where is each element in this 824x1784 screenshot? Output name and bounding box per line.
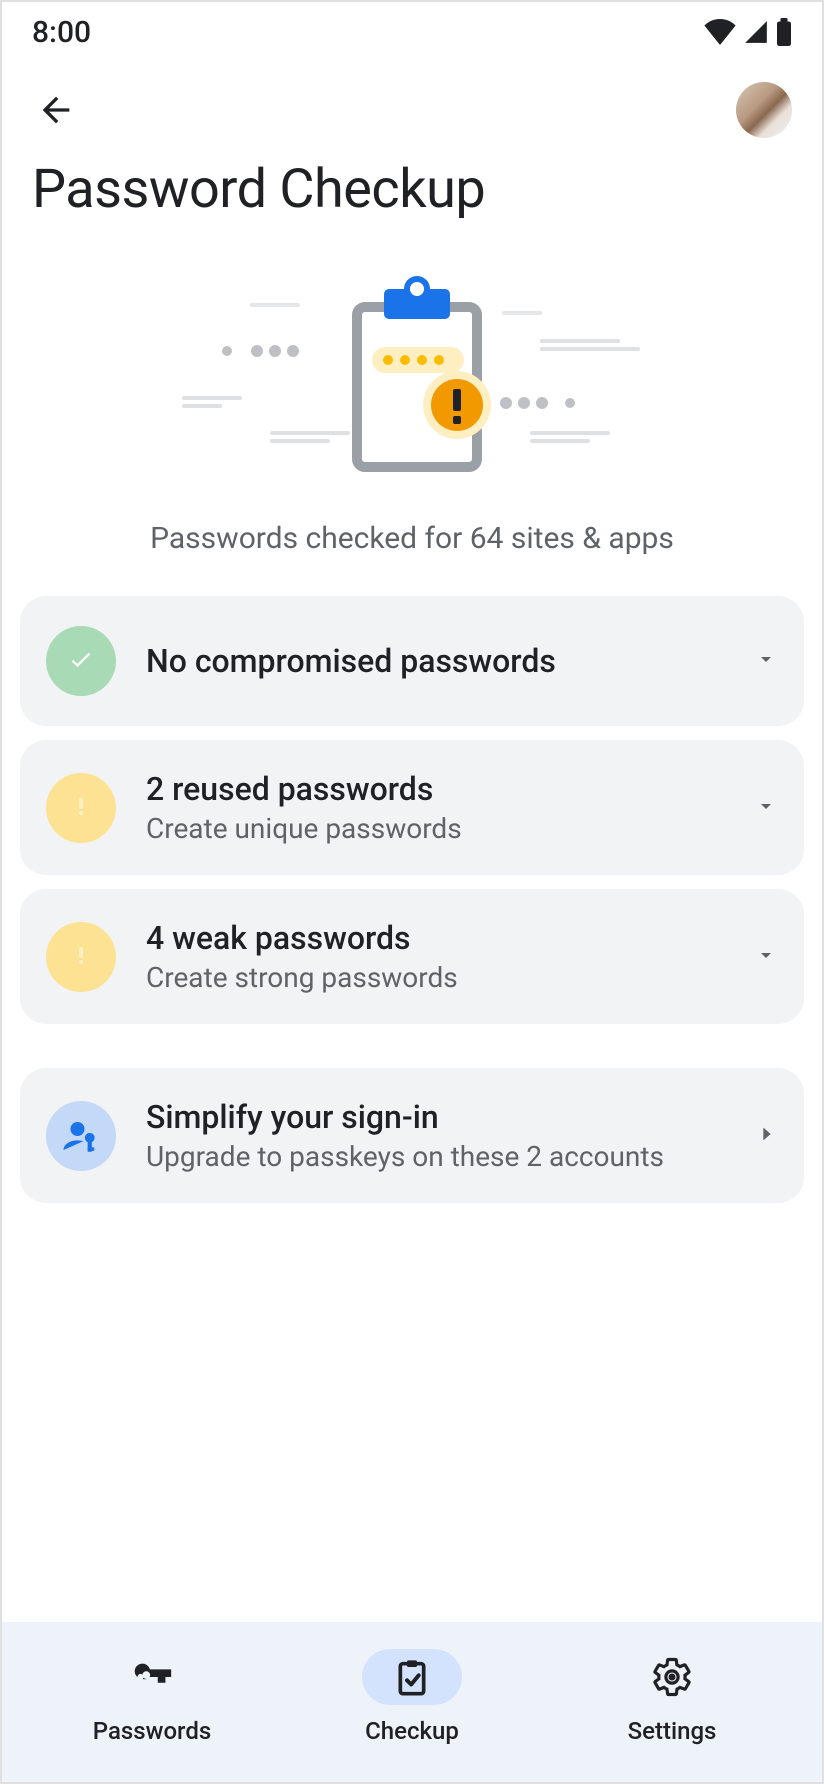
card-compromised[interactable]: No compromised passwords — [20, 596, 804, 726]
card-weak[interactable]: 4 weak passwords Create strong passwords — [20, 889, 804, 1024]
back-button[interactable] — [32, 86, 80, 134]
summary-text: Passwords checked for 64 sites & apps — [2, 511, 822, 596]
card-title: 4 weak passwords — [146, 919, 724, 957]
wifi-icon — [704, 19, 736, 45]
card-body: 2 reused passwords Create unique passwor… — [146, 770, 724, 845]
account-avatar[interactable] — [736, 82, 792, 138]
nav-checkup[interactable]: Checkup — [282, 1649, 542, 1745]
card-title: Simplify your sign-in — [146, 1098, 726, 1136]
card-body: Simplify your sign-in Upgrade to passkey… — [146, 1098, 726, 1173]
chevron-down-icon — [754, 943, 778, 971]
card-passkeys[interactable]: Simplify your sign-in Upgrade to passkey… — [20, 1068, 804, 1203]
chevron-right-icon — [756, 1123, 778, 1149]
card-title: 2 reused passwords — [146, 770, 724, 808]
arrow-left-icon — [36, 90, 76, 130]
status-bar: 8:00 — [2, 2, 822, 62]
page-title: Password Checkup — [2, 148, 822, 251]
card-title: No compromised passwords — [146, 642, 724, 680]
chevron-down-icon — [754, 794, 778, 822]
card-subtitle: Create unique passwords — [146, 812, 724, 845]
nav-label: Passwords — [93, 1717, 211, 1745]
chevron-down-icon — [754, 647, 778, 675]
cell-signal-icon — [742, 19, 770, 45]
warning-circle-icon — [46, 773, 116, 843]
hero-illustration — [2, 251, 822, 511]
check-circle-icon — [46, 626, 116, 696]
card-body: No compromised passwords — [146, 642, 724, 680]
header — [2, 62, 822, 148]
passkey-person-icon — [46, 1101, 116, 1171]
card-body: 4 weak passwords Create strong passwords — [146, 919, 724, 994]
gear-icon — [651, 1656, 693, 1698]
card-subtitle: Create strong passwords — [146, 961, 724, 994]
card-reused[interactable]: 2 reused passwords Create unique passwor… — [20, 740, 804, 875]
card-subtitle: Upgrade to passkeys on these 2 accounts — [146, 1140, 726, 1173]
warning-circle-icon — [46, 922, 116, 992]
bottom-nav: Passwords Checkup Settings — [2, 1622, 822, 1782]
nav-label: Checkup — [365, 1717, 459, 1745]
nav-settings[interactable]: Settings — [542, 1649, 802, 1745]
nav-passwords[interactable]: Passwords — [22, 1649, 282, 1745]
clipboard-check-icon — [392, 1657, 432, 1697]
status-time: 8:00 — [32, 15, 91, 50]
results-list: No compromised passwords 2 reused passwo… — [2, 596, 822, 1203]
status-icons — [704, 18, 792, 46]
nav-label: Settings — [628, 1717, 717, 1745]
battery-icon — [776, 18, 792, 46]
key-icon — [129, 1654, 175, 1700]
